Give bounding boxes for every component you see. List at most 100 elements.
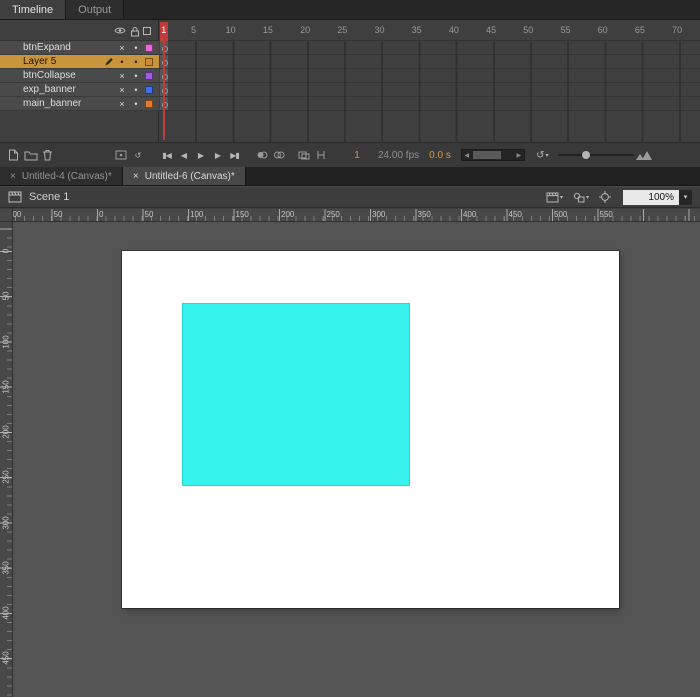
frame-rate-display[interactable]: 24.00 fps (378, 150, 419, 161)
layer-row[interactable]: btnExpand × • (0, 41, 159, 55)
slider-thumb[interactable] (581, 151, 590, 159)
layer-row[interactable]: main_banner × • (0, 97, 159, 111)
ruler-corner (0, 209, 13, 222)
ruler-label: 200 (1, 425, 10, 439)
play-button[interactable]: ▶ (193, 146, 208, 164)
frame-number: 60 (597, 25, 608, 35)
frame-number: 15 (262, 25, 273, 35)
layer-lock-toggle[interactable]: • (129, 84, 143, 96)
layer-lock-toggle[interactable]: • (129, 42, 143, 54)
layer-row[interactable]: btnCollapse × • (0, 69, 159, 83)
layer-visibility-toggle[interactable]: × (115, 42, 129, 54)
scroll-left-icon[interactable]: ◀ (462, 152, 472, 159)
mountains-icon (635, 151, 652, 160)
layer-outline-color[interactable] (145, 99, 153, 108)
tab-timeline-label: Timeline (12, 3, 54, 16)
layer-outline-color[interactable] (145, 57, 153, 66)
go-to-last-frame-button[interactable]: ▶▮ (227, 146, 242, 164)
layer-outline-color[interactable] (145, 43, 153, 52)
document-tab[interactable]: × Untitled-6 (Canvas)* (122, 167, 246, 185)
step-back-button[interactable]: ◀ (176, 146, 191, 164)
show-hide-icon[interactable] (114, 26, 126, 35)
document-tab-label: Untitled-4 (Canvas)* (21, 170, 112, 182)
frame-number: 55 (560, 25, 571, 35)
layer-name: btnExpand (23, 42, 71, 53)
timeline-scrollbar[interactable]: ◀ ▶ (460, 149, 525, 161)
layer-visibility-toggle[interactable]: • (115, 56, 129, 68)
step-forward-button[interactable]: ▶ (210, 146, 225, 164)
panel-tab-bar: Timeline Output (0, 0, 700, 20)
edit-scene-icon (546, 192, 559, 202)
layer-row[interactable]: exp_banner × • (0, 83, 159, 97)
frame-view-button[interactable] (635, 146, 652, 164)
layer-outline-color[interactable] (145, 85, 153, 94)
loop-button[interactable]: ↺ (130, 146, 145, 164)
document-tab-label: Untitled-6 (Canvas)* (144, 170, 235, 182)
scrollbar-track[interactable] (472, 150, 514, 160)
edit-symbols-icon (573, 192, 585, 202)
center-frame-icon (115, 150, 126, 160)
elapsed-time-display[interactable]: 0.0 s (429, 150, 451, 161)
layer-list-header (0, 20, 158, 41)
slider-track (557, 154, 634, 156)
edit-scene-button[interactable]: ▾ (546, 192, 563, 203)
go-to-first-frame-button[interactable]: ▮◀ (159, 146, 174, 164)
timeline-toolbar: ↺ ▮◀ ◀ ▶ ▶ ▶▮ 1 24.00 fps 0.0 s ◀ ▶ ↺ ▾ (0, 142, 700, 167)
close-tab-icon[interactable]: × (10, 171, 16, 182)
new-folder-button[interactable] (23, 146, 38, 164)
ruler-label: 450 (508, 210, 522, 219)
layer-visibility-toggle[interactable]: × (115, 70, 129, 82)
tab-timeline[interactable]: Timeline (0, 0, 67, 19)
layer-lock-toggle[interactable]: • (129, 56, 143, 68)
pasteboard[interactable]: 100 50 0 50 100 150 200 250 300 350 400 450 500 550 0… (0, 209, 700, 697)
scroll-right-icon[interactable]: ▶ (514, 152, 524, 159)
layer-outline-color[interactable] (145, 71, 153, 80)
onion-skin-button[interactable] (254, 146, 269, 164)
frame-number: 45 (486, 25, 497, 35)
edit-multiple-frames-icon (298, 151, 309, 160)
stage-rectangle[interactable] (182, 303, 410, 486)
new-folder-icon (24, 151, 37, 160)
modify-markers-button[interactable] (313, 146, 328, 164)
tab-output[interactable]: Output (66, 0, 125, 19)
close-tab-icon[interactable]: × (133, 171, 139, 182)
timeline-zoom-slider[interactable] (557, 148, 634, 162)
layer-lock-toggle[interactable]: • (129, 70, 143, 82)
document-tab[interactable]: × Untitled-4 (Canvas)* (0, 167, 123, 185)
new-layer-button[interactable] (6, 146, 21, 164)
frame-ruler[interactable]: 1 5 10 15 20 25 30 35 40 45 50 55 60 65 70 (160, 20, 700, 41)
frame-number: 30 (374, 25, 385, 35)
layer-name: main_banner (23, 98, 82, 109)
ruler-label: 50 (53, 210, 63, 219)
center-stage-button[interactable] (599, 191, 611, 203)
center-frame-button[interactable] (113, 146, 128, 164)
ruler-label: 150 (1, 380, 10, 394)
ruler-label: 350 (1, 561, 10, 575)
tab-output-label: Output (78, 3, 112, 16)
layer-lock-toggle[interactable]: • (129, 98, 143, 110)
layer-visibility-toggle[interactable]: × (115, 84, 129, 96)
layer-visibility-toggle[interactable]: × (115, 98, 129, 110)
frame-number: 40 (448, 25, 459, 35)
delete-layer-button[interactable] (40, 146, 55, 164)
onion-skin-outlines-button[interactable] (271, 146, 286, 164)
edit-symbols-button[interactable]: ▾ (573, 192, 589, 203)
caret-down-icon: ▾ (585, 194, 589, 201)
edit-multiple-frames-button[interactable] (296, 146, 311, 164)
zoom-dropdown-button[interactable]: ▾ (679, 189, 692, 205)
reset-timeline-zoom-button[interactable]: ↺ ▾ (535, 146, 550, 164)
scene-name[interactable]: Scene 1 (29, 191, 69, 203)
outline-icon[interactable] (143, 27, 151, 35)
zoom-level-select[interactable]: 100% (623, 189, 679, 205)
frame-number: 5 (190, 25, 196, 35)
lock-icon[interactable] (130, 26, 140, 37)
ruler-label: 250 (1, 470, 10, 484)
ruler-label: 150 (235, 210, 249, 219)
layer-row[interactable]: Layer 5 • • (0, 55, 159, 69)
ruler-label: 100 (1, 334, 10, 349)
frame-number: 50 (523, 25, 534, 35)
stage-canvas[interactable] (122, 251, 619, 608)
layer-name: Layer 5 (23, 56, 57, 67)
scrollbar-thumb[interactable] (472, 151, 501, 159)
ruler-label: 550 (599, 210, 613, 219)
